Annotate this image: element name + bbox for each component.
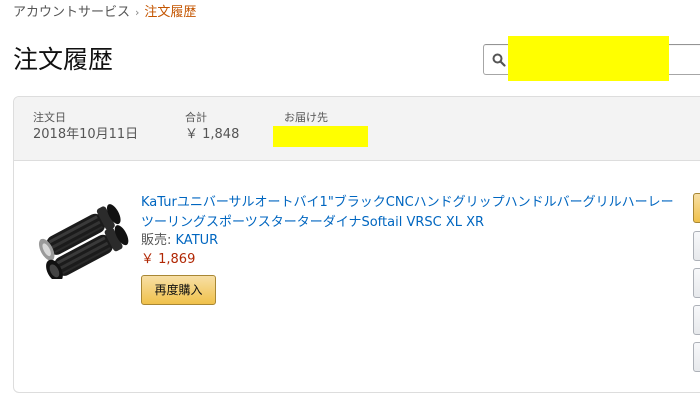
order-total-value: ￥ 1,848 xyxy=(185,127,240,142)
order-date-label: 注文日 xyxy=(33,111,66,124)
order-action-button[interactable] xyxy=(693,305,700,335)
seller-row: 販売: KATUR xyxy=(141,232,218,250)
order-date-value: 2018年10月11日 xyxy=(33,127,139,142)
redaction-block xyxy=(273,126,368,147)
breadcrumb: アカウントサービス › 注文履歴 xyxy=(13,5,196,21)
order-total: 合計 ￥ 1,848 xyxy=(185,111,239,144)
item-price: ￥ 1,869 xyxy=(141,252,196,267)
order-header: 注文日 2018年10月11日 合計 ￥ 1,848 お届け先 xyxy=(14,97,700,161)
order-date: 注文日 2018年10月11日 xyxy=(33,111,138,144)
order-ship-to-label: お届け先 xyxy=(284,111,328,124)
order-action-button[interactable] xyxy=(693,193,700,223)
order-action-button[interactable] xyxy=(693,342,700,372)
order-card: 注文日 2018年10月11日 合計 ￥ 1,848 お届け先 KaTurユニバ… xyxy=(13,96,700,393)
seller-link[interactable]: KATUR xyxy=(176,233,219,248)
buy-again-button[interactable]: 再度購入 xyxy=(141,275,216,305)
redaction-block xyxy=(508,36,669,81)
product-title-link[interactable]: KaTurユニバーサルオートバイ1"ブラックCNCハンドグリップハンドルバーグリ… xyxy=(141,193,686,233)
page-title: 注文履歴 xyxy=(13,45,114,74)
order-ship-to: お届け先 xyxy=(284,111,328,125)
search-icon xyxy=(492,53,506,67)
product-image[interactable] xyxy=(34,197,134,279)
breadcrumb-account-service-link[interactable]: アカウントサービス xyxy=(13,5,130,20)
order-action-button[interactable] xyxy=(693,268,700,298)
order-action-button[interactable] xyxy=(693,231,700,261)
order-history-page: アカウントサービス › 注文履歴 注文履歴 注文日 2018年10月11日 合計 ￥… xyxy=(0,0,700,409)
breadcrumb-current: 注文履歴 xyxy=(144,5,197,20)
breadcrumb-separator: › xyxy=(135,6,140,19)
order-total-label: 合計 xyxy=(185,111,207,124)
seller-label: 販売: xyxy=(141,233,176,248)
